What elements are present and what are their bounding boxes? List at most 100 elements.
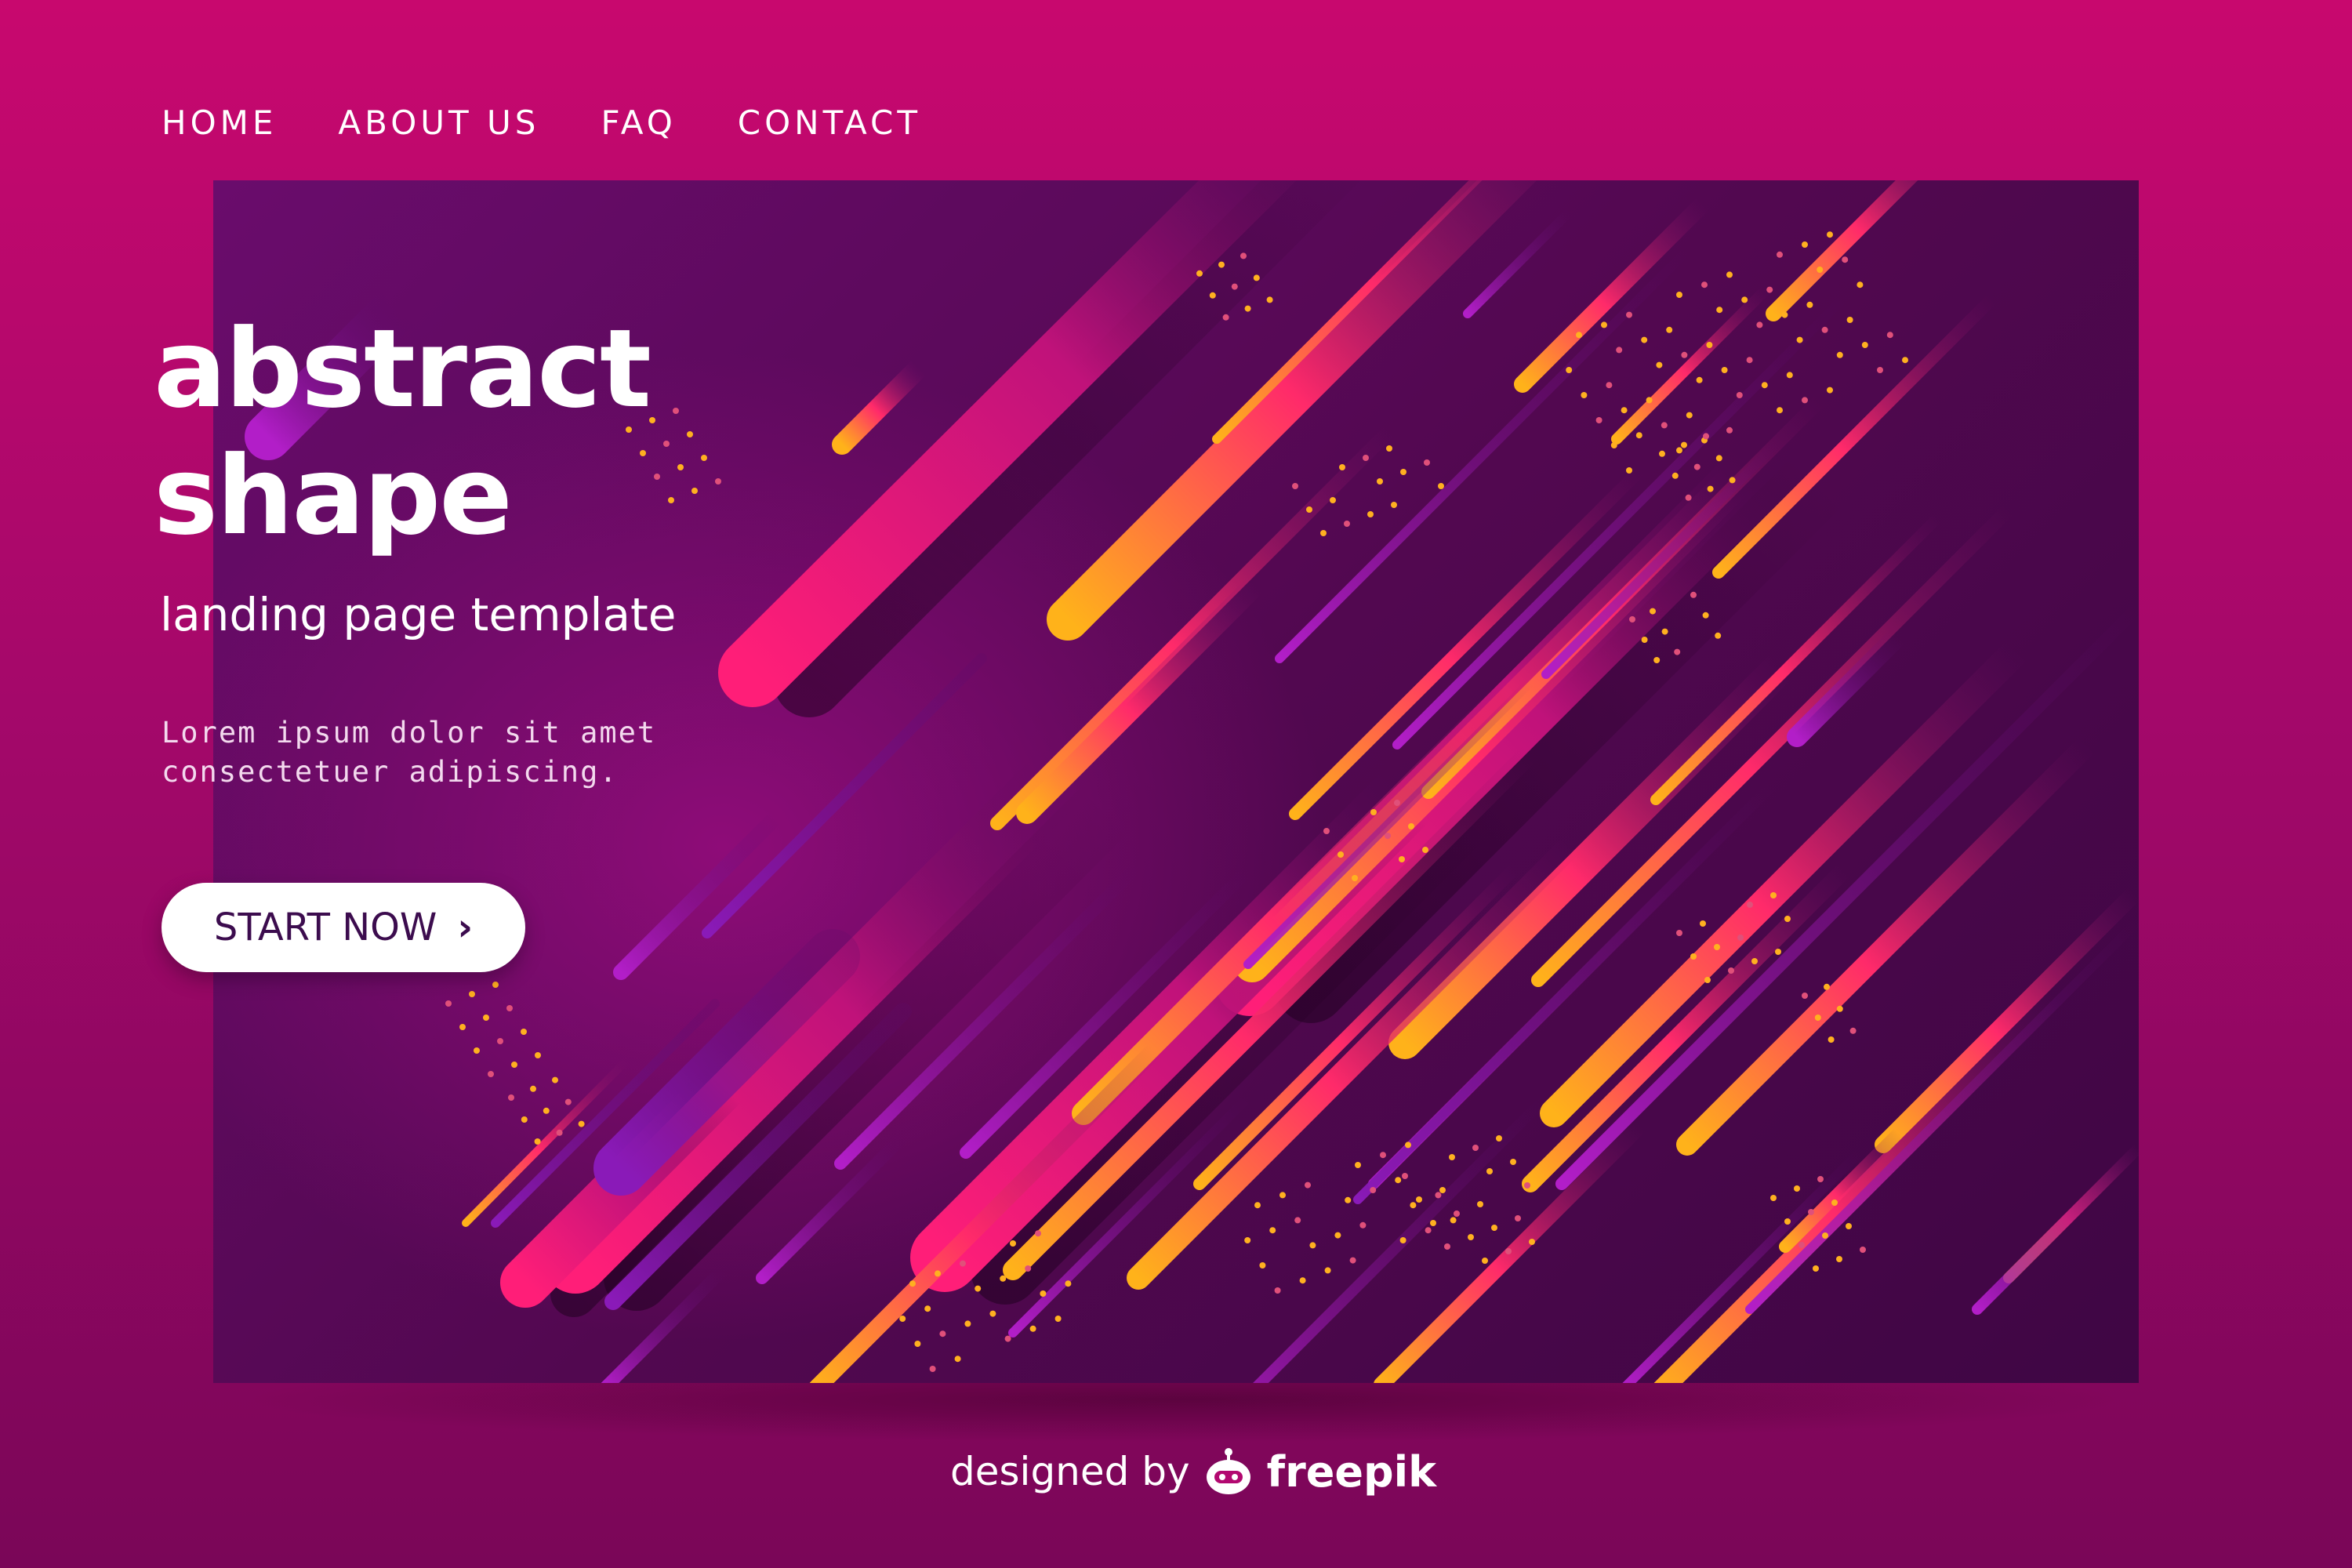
decor-dot-91 bbox=[935, 1270, 941, 1277]
decor-dot-93 bbox=[1010, 1240, 1016, 1247]
decor-dot-17 bbox=[1842, 256, 1849, 263]
decor-dot-224 bbox=[508, 1094, 514, 1101]
decor-dot-190 bbox=[535, 1052, 541, 1058]
decor-dot-206 bbox=[1222, 314, 1229, 321]
decor-dot-89 bbox=[1438, 483, 1444, 489]
nav-item-about-us[interactable]: ABOUT US bbox=[338, 103, 539, 142]
decor-dot-43 bbox=[1836, 351, 1843, 358]
decor-dot-19 bbox=[1606, 382, 1613, 389]
decor-dot-208 bbox=[1266, 296, 1273, 303]
hero-title-line-1: abstract bbox=[154, 306, 652, 432]
decor-dot-111 bbox=[1402, 1173, 1408, 1179]
chevron-right-icon: › bbox=[457, 906, 474, 949]
hero-body-line-2: consectetuer adipiscing. bbox=[162, 755, 619, 789]
decor-dot-194 bbox=[1338, 851, 1344, 858]
decor-dot-113 bbox=[1472, 1145, 1479, 1151]
decor-dot-100 bbox=[914, 1341, 921, 1347]
decor-dot-83 bbox=[1400, 469, 1406, 475]
decor-dot-77 bbox=[1339, 464, 1345, 470]
diagonal-bar-11 bbox=[1653, 985, 2066, 1383]
decor-dot-159 bbox=[1808, 1209, 1814, 1215]
decor-dot-225 bbox=[530, 1085, 536, 1092]
decor-dot-187 bbox=[521, 1029, 527, 1035]
decor-dot-163 bbox=[1846, 1223, 1852, 1229]
decor-dot-164 bbox=[1813, 1265, 1819, 1272]
decor-dot-184 bbox=[506, 1005, 513, 1011]
decor-dot-157 bbox=[1817, 1176, 1824, 1182]
nav-item-faq[interactable]: FAQ bbox=[601, 103, 676, 142]
decor-dot-226 bbox=[552, 1076, 558, 1083]
decor-dot-18 bbox=[1581, 392, 1588, 398]
decor-dot-175 bbox=[1704, 977, 1711, 983]
decor-dot-222 bbox=[1707, 485, 1714, 492]
decor-dot-20 bbox=[1656, 361, 1663, 368]
decor-dot-21 bbox=[1681, 351, 1688, 358]
decor-dot-37 bbox=[1635, 432, 1642, 439]
decor-dot-177 bbox=[1751, 958, 1758, 964]
decor-dot-118 bbox=[1510, 1159, 1516, 1165]
decor-dot-34 bbox=[1821, 326, 1828, 333]
decor-dot-201 bbox=[1218, 261, 1225, 268]
diagonal-bar-44 bbox=[1972, 1142, 2139, 1315]
decor-dot-24 bbox=[1781, 311, 1788, 318]
decor-dot-35 bbox=[1846, 317, 1853, 323]
decor-dot-125 bbox=[1491, 1225, 1497, 1231]
decor-dot-211 bbox=[1814, 1014, 1821, 1021]
decor-dot-228 bbox=[543, 1107, 550, 1114]
decor-dot-169 bbox=[1747, 902, 1753, 908]
decor-dot-131 bbox=[1279, 1192, 1286, 1199]
decor-dot-129 bbox=[1529, 1239, 1535, 1245]
decor-dot-5 bbox=[1726, 271, 1733, 278]
decor-dot-51 bbox=[1802, 397, 1808, 404]
nav-item-home[interactable]: HOME bbox=[162, 103, 277, 142]
decor-dot-71 bbox=[1661, 628, 1668, 635]
decor-dot-76 bbox=[1292, 483, 1298, 489]
decor-dot-149 bbox=[1299, 1277, 1306, 1284]
decor-dot-95 bbox=[899, 1316, 906, 1322]
decor-dot-106 bbox=[929, 1366, 936, 1372]
decor-dot-167 bbox=[1676, 930, 1682, 936]
attribution-prefix: designed by bbox=[950, 1449, 1190, 1494]
hero-title-line-2: shape bbox=[154, 433, 513, 559]
decor-dot-115 bbox=[1416, 1196, 1422, 1203]
decor-dot-230 bbox=[534, 1138, 541, 1145]
decor-dot-141 bbox=[1395, 1177, 1402, 1184]
decor-dot-150 bbox=[1324, 1267, 1331, 1274]
decor-dot-1 bbox=[1601, 321, 1607, 328]
decor-dot-11 bbox=[1641, 336, 1648, 343]
decor-dot-156 bbox=[1794, 1185, 1800, 1192]
decor-dot-132 bbox=[1305, 1181, 1311, 1189]
start-now-button[interactable]: START NOW › bbox=[162, 883, 525, 972]
decor-dot-39 bbox=[1686, 412, 1693, 419]
decor-dot-212 bbox=[1836, 1005, 1843, 1012]
nav-item-contact[interactable]: CONTACT bbox=[738, 103, 921, 142]
decor-dot-84 bbox=[1424, 459, 1430, 466]
attribution: designed by freepik bbox=[950, 1444, 1436, 1499]
decor-dot-155 bbox=[1770, 1195, 1777, 1201]
decor-dot-152 bbox=[1399, 1237, 1406, 1243]
decor-dot-145 bbox=[1359, 1221, 1367, 1229]
decor-dot-176 bbox=[1728, 967, 1734, 974]
decor-dot-13 bbox=[1716, 307, 1723, 314]
decor-dot-23 bbox=[1756, 321, 1763, 328]
decor-dot-219 bbox=[1693, 463, 1700, 470]
decor-dot-214 bbox=[1849, 1027, 1857, 1034]
decor-dot-148 bbox=[1274, 1287, 1281, 1294]
decor-dot-189 bbox=[511, 1062, 517, 1068]
decor-dot-44 bbox=[1861, 342, 1868, 348]
diagonal-bar-32 bbox=[832, 358, 929, 455]
hero-body-line-1: Lorem ipsum dolor sit amet bbox=[162, 716, 657, 750]
decor-dot-197 bbox=[1352, 875, 1358, 881]
decor-dot-16 bbox=[1817, 267, 1824, 273]
decor-dot-45 bbox=[1886, 332, 1893, 339]
decor-dot-133 bbox=[1355, 1162, 1361, 1168]
decor-dot-227 bbox=[521, 1116, 528, 1123]
decor-dot-80 bbox=[1306, 506, 1312, 513]
decor-dot-33 bbox=[1796, 336, 1803, 343]
decor-dot-110 bbox=[1054, 1316, 1062, 1322]
decor-dot-75 bbox=[1715, 632, 1722, 639]
decor-dot-209 bbox=[1802, 993, 1808, 999]
decor-dot-165 bbox=[1836, 1256, 1842, 1262]
decor-dot-81 bbox=[1330, 497, 1336, 503]
decor-dot-231 bbox=[556, 1129, 563, 1136]
